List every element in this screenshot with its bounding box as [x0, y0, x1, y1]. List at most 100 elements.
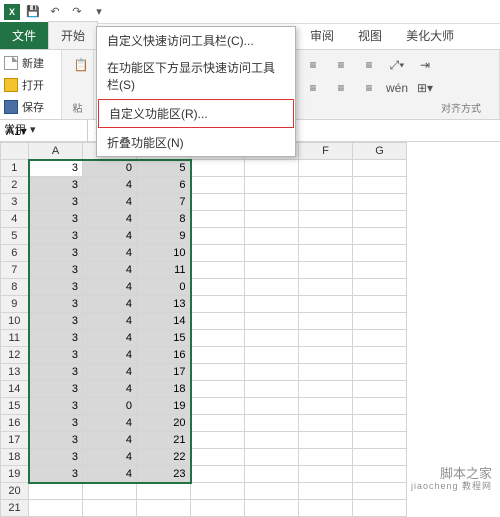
cell-D20[interactable] — [191, 483, 245, 500]
cell-D6[interactable] — [191, 245, 245, 262]
cell-D18[interactable] — [191, 449, 245, 466]
row-header-9[interactable]: 9 — [1, 296, 29, 313]
cell-B21[interactable] — [83, 500, 137, 517]
cell-C9[interactable]: 13 — [137, 296, 191, 313]
cell-C18[interactable]: 22 — [137, 449, 191, 466]
cell-B8[interactable]: 4 — [83, 279, 137, 296]
cell-D9[interactable] — [191, 296, 245, 313]
cell-G14[interactable] — [353, 381, 407, 398]
cell-A5[interactable]: 3 — [29, 228, 83, 245]
cell-G19[interactable] — [353, 466, 407, 483]
cell-F11[interactable] — [299, 330, 353, 347]
align-center-button[interactable]: ≡ — [330, 77, 352, 99]
cell-A15[interactable]: 3 — [29, 398, 83, 415]
cell-A20[interactable] — [29, 483, 83, 500]
cell-B9[interactable]: 4 — [83, 296, 137, 313]
qat-redo-button[interactable]: ↷ — [68, 3, 86, 21]
tab-file[interactable]: 文件 — [0, 22, 48, 49]
cell-A18[interactable]: 3 — [29, 449, 83, 466]
cell-F13[interactable] — [299, 364, 353, 381]
cell-A12[interactable]: 3 — [29, 347, 83, 364]
tab-review[interactable]: 审阅 — [298, 22, 346, 49]
cell-E4[interactable] — [245, 211, 299, 228]
cell-G3[interactable] — [353, 194, 407, 211]
cell-D11[interactable] — [191, 330, 245, 347]
cell-B1[interactable]: 0 — [83, 160, 137, 177]
cell-E16[interactable] — [245, 415, 299, 432]
cell-E19[interactable] — [245, 466, 299, 483]
row-header-18[interactable]: 18 — [1, 449, 29, 466]
col-header-A[interactable]: A — [29, 143, 83, 160]
cell-B13[interactable]: 4 — [83, 364, 137, 381]
cell-E20[interactable] — [245, 483, 299, 500]
quick-open[interactable]: 打开 — [2, 74, 59, 96]
row-header-15[interactable]: 15 — [1, 398, 29, 415]
cell-D15[interactable] — [191, 398, 245, 415]
cell-G21[interactable] — [353, 500, 407, 517]
tab-view[interactable]: 视图 — [346, 22, 394, 49]
row-header-7[interactable]: 7 — [1, 262, 29, 279]
cell-E1[interactable] — [245, 160, 299, 177]
cell-B2[interactable]: 4 — [83, 177, 137, 194]
row-header-3[interactable]: 3 — [1, 194, 29, 211]
cell-F2[interactable] — [299, 177, 353, 194]
cell-F18[interactable] — [299, 449, 353, 466]
row-header-11[interactable]: 11 — [1, 330, 29, 347]
cell-A2[interactable]: 3 — [29, 177, 83, 194]
cell-B7[interactable]: 4 — [83, 262, 137, 279]
align-right-button[interactable]: ≡ — [358, 77, 380, 99]
cell-C12[interactable]: 16 — [137, 347, 191, 364]
tab-beautify[interactable]: 美化大师 — [394, 22, 466, 49]
cell-C10[interactable]: 14 — [137, 313, 191, 330]
cell-G18[interactable] — [353, 449, 407, 466]
quick-new[interactable]: 新建 — [2, 52, 59, 74]
cell-F12[interactable] — [299, 347, 353, 364]
row-header-16[interactable]: 16 — [1, 415, 29, 432]
cell-D13[interactable] — [191, 364, 245, 381]
row-header-10[interactable]: 10 — [1, 313, 29, 330]
cell-A4[interactable]: 3 — [29, 211, 83, 228]
align-left-button[interactable]: ≡ — [302, 77, 324, 99]
cell-C15[interactable]: 19 — [137, 398, 191, 415]
cell-D4[interactable] — [191, 211, 245, 228]
cell-E21[interactable] — [245, 500, 299, 517]
menu-show-qat-below[interactable]: 在功能区下方显示快速访问工具栏(S) — [97, 54, 295, 98]
cell-D1[interactable] — [191, 160, 245, 177]
qat-save-button[interactable]: 💾 — [24, 3, 42, 21]
cell-E10[interactable] — [245, 313, 299, 330]
cell-C14[interactable]: 18 — [137, 381, 191, 398]
cell-A9[interactable]: 3 — [29, 296, 83, 313]
row-header-17[interactable]: 17 — [1, 432, 29, 449]
wrap-text-button[interactable]: ⇥ — [414, 54, 436, 76]
cell-A14[interactable]: 3 — [29, 381, 83, 398]
cell-E2[interactable] — [245, 177, 299, 194]
row-header-2[interactable]: 2 — [1, 177, 29, 194]
cell-F16[interactable] — [299, 415, 353, 432]
cell-E14[interactable] — [245, 381, 299, 398]
cell-E3[interactable] — [245, 194, 299, 211]
cell-A19[interactable]: 3 — [29, 466, 83, 483]
cell-C1[interactable]: 5 — [137, 160, 191, 177]
tab-home[interactable]: 开始 — [48, 21, 98, 49]
cell-F9[interactable] — [299, 296, 353, 313]
cell-A3[interactable]: 3 — [29, 194, 83, 211]
cell-B16[interactable]: 4 — [83, 415, 137, 432]
qat-customize-dropdown[interactable]: ▾ — [90, 3, 108, 21]
cell-A1[interactable]: 3 — [29, 160, 83, 177]
cell-C3[interactable]: 7 — [137, 194, 191, 211]
cell-E9[interactable] — [245, 296, 299, 313]
cell-F8[interactable] — [299, 279, 353, 296]
select-all-corner[interactable] — [1, 143, 29, 160]
menu-collapse-ribbon[interactable]: 折叠功能区(N) — [97, 129, 295, 156]
cell-D5[interactable] — [191, 228, 245, 245]
cell-G8[interactable] — [353, 279, 407, 296]
cell-E6[interactable] — [245, 245, 299, 262]
cell-G5[interactable] — [353, 228, 407, 245]
cell-D8[interactable] — [191, 279, 245, 296]
cell-F3[interactable] — [299, 194, 353, 211]
cell-G17[interactable] — [353, 432, 407, 449]
cell-G7[interactable] — [353, 262, 407, 279]
cell-D14[interactable] — [191, 381, 245, 398]
cell-E15[interactable] — [245, 398, 299, 415]
cell-D19[interactable] — [191, 466, 245, 483]
